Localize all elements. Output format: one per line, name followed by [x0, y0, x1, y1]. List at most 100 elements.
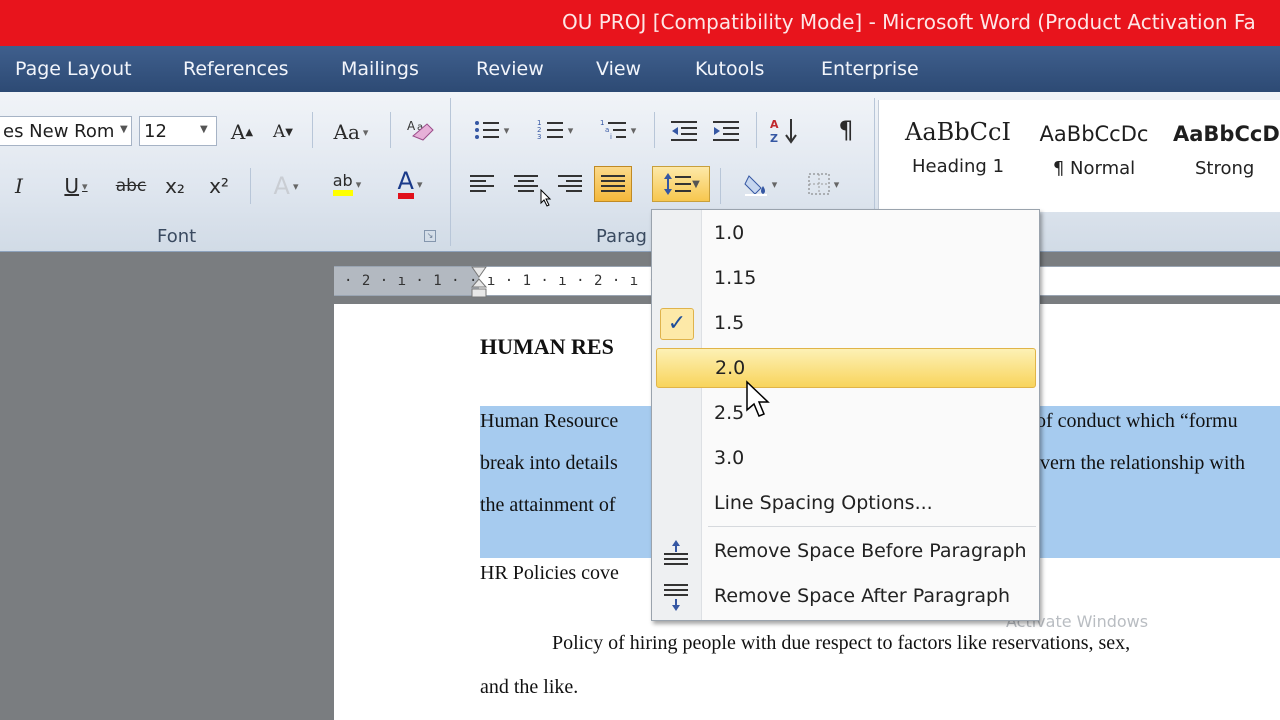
highlight-icon: ab — [332, 172, 353, 196]
menu-separator — [708, 526, 1036, 527]
text-effects-button[interactable]: A — [262, 170, 310, 202]
font-dialog-launcher-icon[interactable]: ↘ — [424, 230, 436, 242]
divider — [720, 168, 721, 204]
clear-formatting-button[interactable]: Aa — [402, 114, 438, 146]
justify-icon — [601, 175, 625, 192]
subscript-icon: x₂ — [165, 174, 185, 198]
change-case-button[interactable]: Aa — [326, 116, 376, 148]
tab-enterprise[interactable]: Enterprise — [821, 58, 919, 80]
tab-kutools[interactable]: Kutools — [695, 58, 764, 80]
ribbon-tabs: Page Layout References Mailings Review V… — [0, 46, 1280, 92]
paragraph-mark-icon: ¶ — [838, 116, 854, 144]
title-bar: OU PROJ [Compatibility Mode] - Microsoft… — [0, 0, 1280, 46]
font-size-value: 12 — [144, 121, 167, 142]
line-spacing-menu: 1.0 1.15 ✓ 1.5 2.0 2.5 3.0 Line Spacing … — [651, 209, 1040, 621]
line-spacing-option-3-0[interactable]: 3.0 — [652, 437, 1039, 481]
line-spacing-option-1-15[interactable]: 1.15 — [652, 257, 1039, 301]
borders-button[interactable] — [796, 168, 850, 200]
divider — [312, 112, 313, 148]
align-center-icon — [514, 175, 538, 192]
tab-page-layout[interactable]: Page Layout — [15, 58, 132, 80]
indent-marker-icon[interactable] — [470, 265, 488, 301]
paragraph-line: of conduct which “formu — [1036, 410, 1238, 432]
font-color-button[interactable]: A — [382, 168, 438, 200]
line-spacing-options-item[interactable]: Line Spacing Options... — [652, 482, 1039, 526]
divider — [756, 112, 757, 148]
borders-icon — [808, 173, 830, 195]
style-heading-1[interactable]: AaBbCcI Heading 1 — [897, 112, 1019, 202]
remove-space-after-item[interactable]: Remove Space After Paragraph — [652, 575, 1039, 619]
subscript-button[interactable]: x₂ — [158, 170, 192, 202]
divider — [654, 112, 655, 148]
tab-references[interactable]: References — [183, 58, 289, 80]
shrink-font-icon: A — [273, 122, 286, 142]
tab-mailings[interactable]: Mailings — [341, 58, 419, 80]
highlight-button[interactable]: ab — [318, 168, 376, 200]
superscript-button[interactable]: x² — [202, 170, 236, 202]
show-marks-button[interactable]: ¶ — [830, 114, 862, 146]
style-sample: AaBbCcI — [905, 118, 1011, 146]
document-heading: HUMAN RES — [480, 334, 614, 359]
strikethrough-icon: abc — [115, 176, 147, 196]
style-name: Strong — [1195, 158, 1255, 179]
font-name-value: es New Rom — [3, 121, 115, 142]
numbering-icon: 123 — [537, 119, 563, 141]
line-spacing-option-2-0[interactable]: 2.0 — [656, 348, 1036, 388]
line-spacing-option-1-0[interactable]: 1.0 — [652, 212, 1039, 256]
align-left-button[interactable] — [464, 168, 500, 200]
justify-button[interactable] — [594, 166, 632, 202]
font-name-box[interactable]: es New Rom — [0, 116, 132, 146]
shading-button[interactable] — [732, 168, 788, 200]
italic-icon: I — [15, 174, 23, 198]
align-right-button[interactable] — [552, 168, 588, 200]
bullets-icon — [474, 121, 499, 139]
underline-button[interactable]: U — [50, 170, 102, 202]
menu-item-label: 2.5 — [714, 402, 745, 424]
font-color-icon: A — [397, 169, 414, 199]
style-name: ¶ Normal — [1052, 158, 1136, 179]
increase-indent-button[interactable] — [708, 114, 744, 146]
line-spacing-button[interactable]: ▼ — [652, 166, 710, 202]
tab-view[interactable]: View — [596, 58, 641, 80]
multilevel-list-button[interactable]: 1ai — [592, 114, 644, 146]
divider — [250, 168, 251, 204]
menu-item-label: 1.5 — [714, 312, 745, 334]
space-after-icon — [664, 584, 688, 611]
paragraph-group-label: Parag — [596, 226, 647, 247]
font-name-dropdown-icon[interactable]: ▼ — [120, 124, 128, 135]
shading-icon — [744, 175, 767, 196]
italic-button[interactable]: I — [6, 170, 32, 202]
strikethrough-button[interactable]: abc — [112, 170, 150, 202]
font-size-dropdown-icon[interactable]: ▼ — [200, 124, 208, 135]
decrease-indent-button[interactable] — [666, 114, 702, 146]
line-spacing-option-1-5[interactable]: ✓ 1.5 — [652, 302, 1039, 346]
align-right-icon — [558, 175, 582, 192]
svg-text:Z: Z — [770, 132, 778, 144]
bullets-button[interactable] — [464, 114, 518, 146]
style-sample: AaBbCcDc — [1039, 122, 1149, 146]
divider — [390, 112, 391, 148]
numbering-button[interactable]: 123 — [528, 114, 582, 146]
style-strong[interactable]: AaBbCcDc Strong — [1169, 112, 1280, 202]
grow-font-button[interactable]: A ▲ — [226, 116, 258, 148]
check-icon: ✓ — [660, 308, 694, 340]
font-group-label: Font — [157, 226, 197, 247]
shrink-font-button[interactable]: A ▼ — [268, 116, 298, 148]
menu-item-label: 1.15 — [714, 267, 757, 289]
paragraph-line: vern the relationship with — [1040, 452, 1245, 474]
svg-text:3: 3 — [537, 133, 541, 141]
align-left-icon — [470, 175, 494, 192]
pointer-icon — [540, 189, 552, 207]
style-normal[interactable]: AaBbCcDc ¶ Normal — [1033, 112, 1155, 202]
style-sample: AaBbCcDc — [1173, 122, 1280, 146]
svg-text:i: i — [610, 133, 612, 141]
ribbon: es New Rom ▼ 12 ▼ A▲ A▼ Aa Aa I U abc x₂… — [0, 92, 1280, 252]
center-button[interactable] — [508, 168, 544, 200]
line-spacing-option-2-5[interactable]: 2.5 — [652, 392, 1039, 436]
tab-review[interactable]: Review — [476, 58, 544, 80]
menu-item-label: Remove Space Before Paragraph — [714, 540, 1027, 562]
sort-button[interactable]: AZ — [766, 114, 804, 146]
menu-item-label: 3.0 — [714, 447, 745, 469]
paragraph-line: the attainment of — [480, 494, 616, 516]
remove-space-before-item[interactable]: Remove Space Before Paragraph — [652, 530, 1039, 574]
